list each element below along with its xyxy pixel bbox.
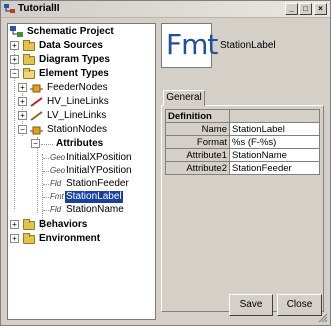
tree-label-hv-linelinks: HV_LineLinks	[47, 96, 109, 107]
expand-icon[interactable]: +	[18, 111, 27, 120]
expand-icon[interactable]: +	[18, 83, 27, 92]
tree-label-attribute: StationLabel	[65, 191, 123, 203]
window-title: TutorialII	[18, 3, 60, 14]
property-key: Name	[165, 122, 230, 136]
title-bar[interactable]: TutorialII _ □ ×	[1, 1, 330, 18]
property-value[interactable]: StationLabel	[229, 122, 320, 136]
section-header: Definition	[165, 109, 230, 123]
property-key: Format	[165, 135, 230, 149]
link-type-icon	[30, 97, 43, 107]
tab-general[interactable]: General	[163, 90, 205, 106]
close-window-button[interactable]: ×	[314, 3, 327, 15]
app-icon	[4, 4, 15, 13]
format-type-icon: Fmt	[161, 23, 218, 68]
expand-icon[interactable]: +	[10, 41, 19, 50]
node-type-icon	[30, 126, 43, 135]
resize-grip-icon[interactable]	[318, 313, 328, 323]
tree-label-station-nodes: StationNodes	[47, 124, 108, 135]
table-row[interactable]: Format %s (F-%s)	[165, 135, 320, 149]
tree-label-behaviors: Behaviors	[39, 219, 88, 230]
detail-title: StationLabel	[220, 40, 276, 51]
tree-label-root: Schematic Project	[27, 26, 114, 37]
format-icon-text: Fmt	[166, 28, 218, 61]
minimize-button[interactable]: _	[285, 3, 298, 15]
format-attribute-icon: Fmt	[50, 192, 64, 201]
field-attribute-icon: Fld	[50, 205, 62, 214]
tree-label-attributes: Attributes	[56, 138, 104, 149]
expand-icon[interactable]: +	[18, 97, 27, 106]
property-value[interactable]: StationName	[229, 148, 320, 162]
property-value[interactable]: %s (F-%s)	[229, 135, 320, 149]
tree-label-data-sources: Data Sources	[39, 40, 103, 51]
definition-table: Definition Name StationLabel Format %s (…	[165, 109, 320, 175]
node-type-icon	[30, 84, 43, 93]
folder-icon	[23, 40, 35, 51]
expand-icon[interactable]: +	[10, 220, 19, 229]
tree-label-attribute: StationName	[66, 204, 124, 215]
collapse-icon[interactable]: −	[31, 139, 40, 148]
maximize-button[interactable]: □	[299, 3, 312, 15]
geo-attribute-icon: Geo	[50, 166, 66, 175]
geo-attribute-icon: Geo	[50, 153, 66, 162]
tree-label-feeder-nodes: FeederNodes	[47, 82, 108, 93]
folder-icon	[23, 233, 35, 244]
folder-icon	[23, 54, 35, 65]
table-header-row: Definition	[165, 109, 320, 123]
tree-label-diagram-types: Diagram Types	[39, 54, 110, 65]
folder-icon	[23, 219, 35, 230]
property-key: Attribute1	[165, 148, 230, 162]
tree-label-lv-linelinks: LV_LineLinks	[47, 110, 107, 121]
tree-label-element-types: Element Types	[39, 68, 109, 79]
collapse-icon[interactable]: −	[18, 125, 27, 134]
property-key: Attribute2	[165, 161, 230, 175]
table-row[interactable]: Attribute2 StationFeeder	[165, 161, 320, 175]
table-row[interactable]: Attribute1 StationName	[165, 148, 320, 162]
link-type-icon	[30, 111, 43, 121]
tree-label-attribute: InitialXPosition	[66, 152, 132, 163]
tree-label-attribute: InitialYPosition	[66, 165, 132, 176]
close-button[interactable]: Close	[277, 294, 322, 316]
property-value[interactable]: StationFeeder	[229, 161, 320, 175]
project-icon	[10, 26, 23, 37]
field-attribute-icon: Fld	[50, 179, 62, 188]
table-row[interactable]: Name StationLabel	[165, 122, 320, 136]
tutorial-window: TutorialII _ □ × Schematic Project + Dat…	[0, 0, 331, 326]
save-button[interactable]: Save	[229, 294, 273, 316]
expand-icon[interactable]: +	[10, 234, 19, 243]
tree-label-attribute: StationFeeder	[66, 178, 129, 189]
project-tree[interactable]: Schematic Project + Data Sources + Diagr…	[7, 23, 156, 320]
open-folder-icon	[23, 68, 35, 79]
tree-label-environment: Environment	[39, 233, 101, 244]
expand-icon[interactable]: +	[10, 55, 19, 64]
collapse-icon[interactable]: −	[10, 69, 19, 78]
